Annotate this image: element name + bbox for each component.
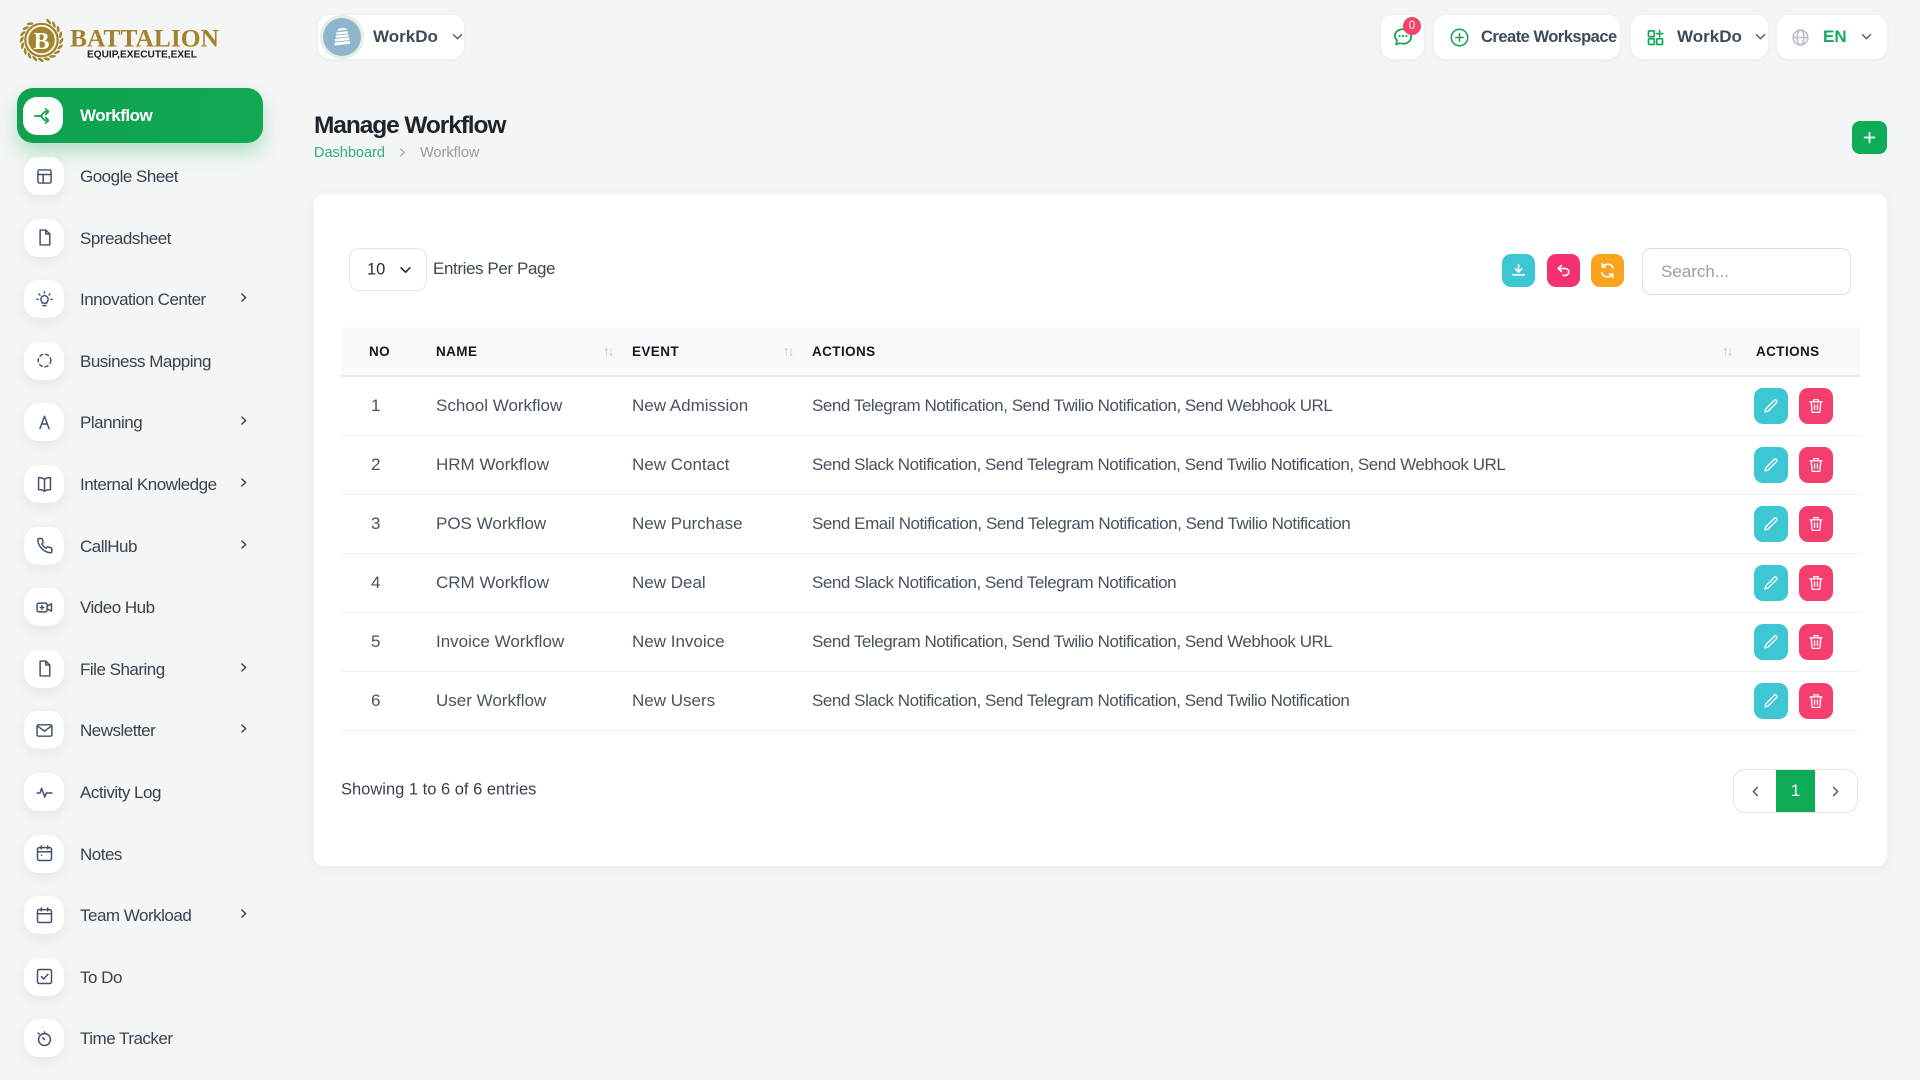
svg-text:B: B	[33, 29, 49, 55]
svg-text:BATTALION: BATTALION	[70, 24, 220, 53]
svg-text:EQUIP,EXECUTE,EXEL: EQUIP,EXECUTE,EXEL	[87, 50, 197, 61]
